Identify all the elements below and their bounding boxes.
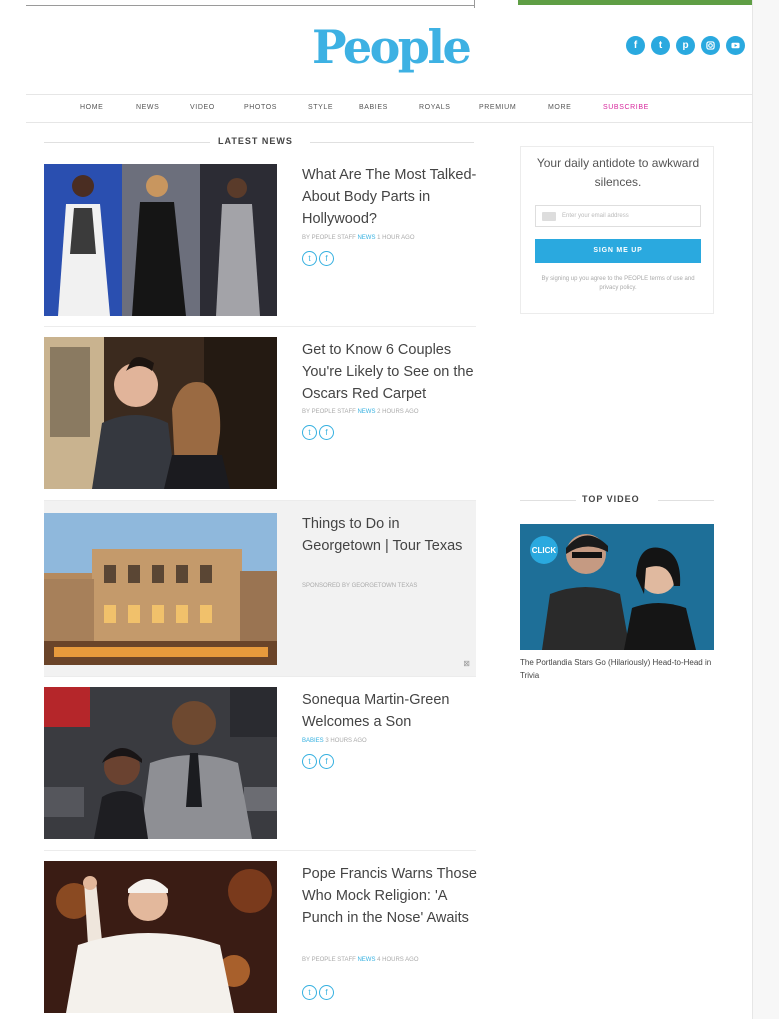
- article-thumbnail[interactable]: [44, 861, 277, 1013]
- article-headline[interactable]: What Are The Most Talked-About Body Part…: [302, 164, 478, 230]
- article-headline[interactable]: Pope Francis Warns Those Who Mock Religi…: [302, 863, 478, 929]
- byline-time: 3 HOURS AGO: [325, 738, 367, 744]
- top-divider: [474, 0, 475, 8]
- heading-rule-left: [44, 142, 210, 143]
- nav-babies[interactable]: BABIES: [359, 104, 388, 111]
- site-logo[interactable]: People: [312, 20, 472, 74]
- byline-author: BY PEOPLE STAFF: [302, 409, 356, 415]
- top-video-title: TOP VIDEO: [582, 494, 640, 504]
- share-buttons: t f: [302, 985, 334, 1000]
- facebook-icon[interactable]: f: [626, 36, 645, 55]
- news-item: Get to Know 6 Couples You're Likely to S…: [44, 326, 476, 500]
- news-item: What Are The Most Talked-About Body Part…: [44, 162, 476, 326]
- byline-tag[interactable]: NEWS: [357, 235, 375, 241]
- top-green-banner[interactable]: [518, 0, 779, 5]
- newsletter-signup: Your daily antidote to awkward silences.…: [520, 146, 714, 314]
- twitter-share-icon[interactable]: t: [302, 425, 317, 440]
- nav-news[interactable]: NEWS: [136, 104, 159, 111]
- top-rule: [26, 5, 474, 6]
- heading-rule-right: [310, 142, 474, 143]
- article-byline: BY PEOPLE STAFF NEWS 1 HOUR AGO: [302, 235, 414, 241]
- share-buttons: t f: [302, 425, 334, 440]
- article-byline: BABIES 3 HOURS AGO: [302, 738, 367, 744]
- nav-style[interactable]: STYLE: [308, 104, 333, 111]
- pinterest-icon[interactable]: p: [676, 36, 695, 55]
- article-thumbnail[interactable]: [44, 164, 277, 316]
- video-thumbnail[interactable]: CLICK: [520, 524, 714, 650]
- nav-premium[interactable]: PREMIUM: [479, 104, 516, 111]
- facebook-share-icon[interactable]: f: [319, 754, 334, 769]
- byline-author: BY PEOPLE STAFF: [302, 235, 356, 241]
- article-thumbnail[interactable]: [44, 513, 277, 665]
- share-buttons: t f: [302, 251, 334, 266]
- article-thumbnail[interactable]: [44, 687, 277, 839]
- facebook-share-icon[interactable]: f: [319, 985, 334, 1000]
- sponsored-item: Things to Do in Georgetown | Tour Texas …: [44, 500, 476, 676]
- nav-video[interactable]: VIDEO: [190, 104, 215, 111]
- top-strip: [0, 0, 779, 8]
- social-icons: f t p: [626, 36, 745, 55]
- heading-rule-right: [658, 500, 714, 501]
- byline-sponsor: SPONSORED BY GEORGETOWN TEXAS: [302, 583, 418, 589]
- byline-author: BY PEOPLE STAFF: [302, 957, 356, 963]
- nav-home[interactable]: HOME: [80, 104, 103, 111]
- article-byline: BY PEOPLE STAFF NEWS 4 HOURS AGO: [302, 957, 418, 963]
- article-thumbnail[interactable]: [44, 337, 277, 489]
- instagram-icon[interactable]: [701, 36, 720, 55]
- email-field[interactable]: Enter your email address: [535, 205, 701, 227]
- newsletter-tagline: Your daily antidote to awkward silences.: [536, 156, 700, 189]
- byline-tag[interactable]: BABIES: [302, 738, 324, 744]
- top-video-heading: TOP VIDEO: [520, 494, 714, 506]
- twitter-share-icon[interactable]: t: [302, 754, 317, 769]
- byline-tag[interactable]: NEWS: [357, 957, 375, 963]
- article-headline[interactable]: Things to Do in Georgetown | Tour Texas: [302, 513, 478, 557]
- article-headline[interactable]: Get to Know 6 Couples You're Likely to S…: [302, 339, 478, 405]
- latest-news-heading: LATEST NEWS: [44, 136, 474, 148]
- nav-subscribe[interactable]: SUBSCRIBE: [603, 104, 649, 111]
- newsletter-fine-print: By signing up you agree to the PEOPLE te…: [541, 276, 695, 291]
- article-headline[interactable]: Sonequa Martin-Green Welcomes a Son: [302, 689, 478, 733]
- byline-tag[interactable]: NEWS: [357, 409, 375, 415]
- byline-time: 4 HOURS AGO: [377, 957, 419, 963]
- twitter-icon[interactable]: t: [651, 36, 670, 55]
- nav-royals[interactable]: ROYALS: [419, 104, 450, 111]
- news-item: Pope Francis Warns Those Who Mock Religi…: [44, 850, 478, 1015]
- video-badge: CLICK: [532, 546, 557, 555]
- envelope-icon: [542, 212, 556, 221]
- byline-time: 1 HOUR AGO: [377, 235, 415, 241]
- facebook-share-icon[interactable]: f: [319, 425, 334, 440]
- twitter-share-icon[interactable]: t: [302, 985, 317, 1000]
- page-right-gutter: [752, 0, 779, 1019]
- sign-up-button[interactable]: SIGN ME UP: [535, 239, 701, 263]
- youtube-icon[interactable]: [726, 36, 745, 55]
- nav-photos[interactable]: PHOTOS: [244, 104, 277, 111]
- sponsor-byline: SPONSORED BY GEORGETOWN TEXAS: [302, 583, 417, 589]
- email-placeholder: Enter your email address: [562, 213, 629, 219]
- heading-rule-left: [520, 500, 576, 501]
- share-buttons: t f: [302, 754, 334, 769]
- nav-more[interactable]: MORE: [548, 104, 571, 111]
- article-byline: BY PEOPLE STAFF NEWS 2 HOURS AGO: [302, 409, 418, 415]
- latest-news-title: LATEST NEWS: [218, 136, 293, 146]
- byline-time: 2 HOURS AGO: [377, 409, 419, 415]
- ad-choices-icon[interactable]: ⊠: [463, 659, 470, 668]
- main-nav: HOME NEWS VIDEO PHOTOS STYLE BABIES ROYA…: [26, 94, 752, 123]
- twitter-share-icon[interactable]: t: [302, 251, 317, 266]
- video-caption[interactable]: The Portlandia Stars Go (Hilariously) He…: [520, 656, 714, 682]
- facebook-share-icon[interactable]: f: [319, 251, 334, 266]
- news-item: Sonequa Martin-Green Welcomes a Son BABI…: [44, 676, 476, 850]
